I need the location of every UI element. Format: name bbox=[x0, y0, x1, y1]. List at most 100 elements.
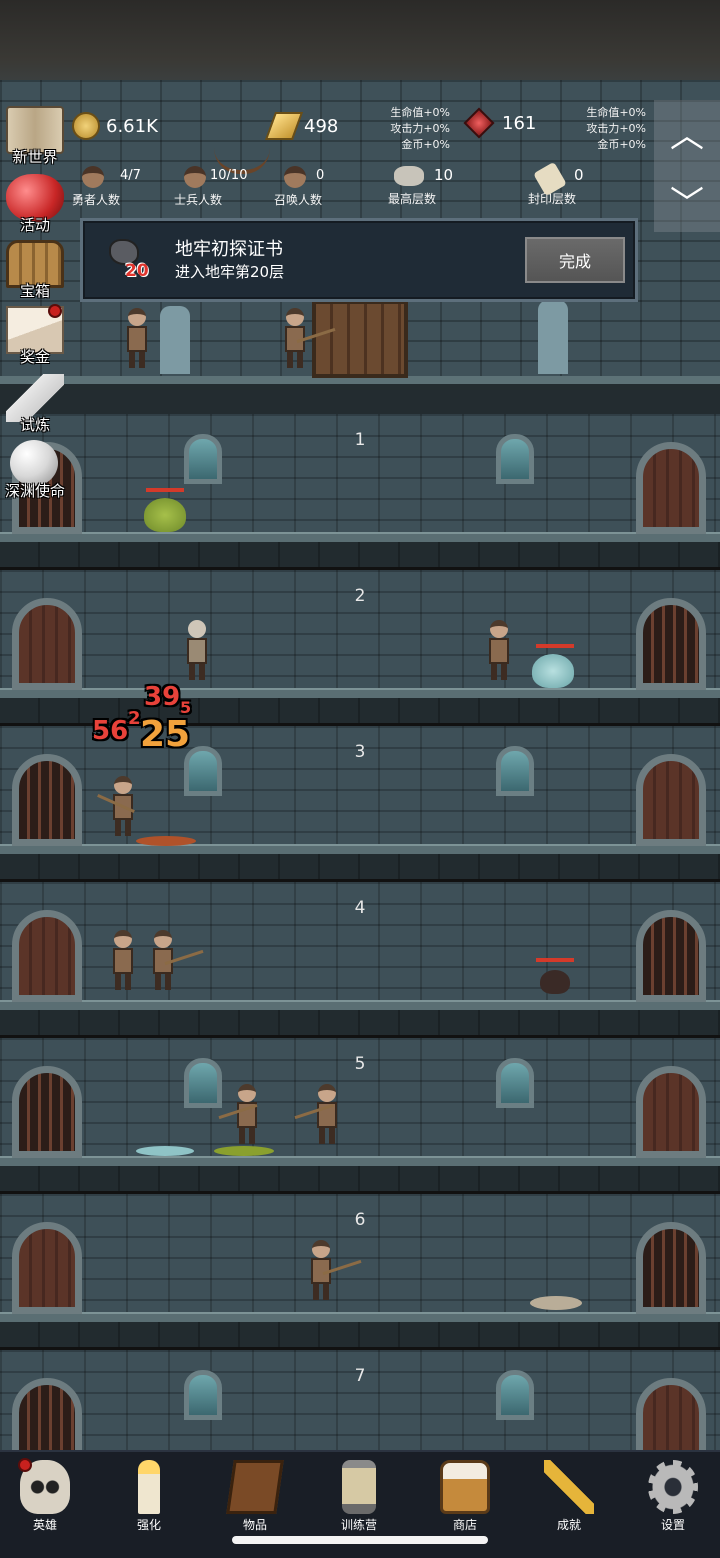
floor-row[interactable]: 2 bbox=[0, 570, 720, 726]
nav-upgrade[interactable]: 强化 bbox=[104, 1456, 194, 1536]
floor-underside bbox=[0, 1322, 720, 1350]
bonus-atk: 攻击力+0% bbox=[586, 122, 646, 135]
dungeon-window bbox=[184, 1370, 222, 1420]
floor-row[interactable]: 4 bbox=[0, 882, 720, 1038]
coin-value: 6.61K bbox=[106, 115, 158, 137]
gem-counter[interactable]: 161 bbox=[463, 107, 537, 139]
nav-label: 成就 bbox=[556, 1518, 581, 1532]
dungeon-door[interactable] bbox=[636, 1222, 706, 1314]
floor-row[interactable]: 1 bbox=[0, 414, 720, 570]
home-indicator[interactable] bbox=[232, 1536, 488, 1544]
floor-row[interactable]: 6 bbox=[0, 1194, 720, 1350]
side-item-label: 深渊使命 bbox=[4, 482, 65, 500]
floor-row[interactable]: 5 bbox=[0, 1038, 720, 1194]
nav-label: 设置 bbox=[660, 1518, 685, 1532]
big-gate[interactable] bbox=[312, 300, 408, 378]
side-item-bonus[interactable]: 奖金 bbox=[0, 304, 70, 370]
gear-icon bbox=[648, 1460, 698, 1514]
green-slime-enemy[interactable] bbox=[144, 498, 186, 532]
slime-puddle bbox=[136, 1146, 194, 1156]
dungeon-door[interactable] bbox=[12, 910, 82, 1002]
hero-sprite[interactable] bbox=[486, 620, 512, 680]
side-item-label: 活动 bbox=[19, 216, 50, 234]
complete-button[interactable]: 完成 bbox=[525, 237, 625, 283]
side-item-label: 奖金 bbox=[19, 348, 50, 366]
dungeon-door[interactable] bbox=[636, 754, 706, 846]
dungeon-door[interactable] bbox=[636, 442, 706, 534]
hero-sprite[interactable] bbox=[110, 930, 136, 990]
gem-value: 161 bbox=[502, 112, 537, 134]
dungeon-window bbox=[184, 1058, 222, 1108]
enemy-hp-bar bbox=[536, 644, 574, 648]
hero-sprite[interactable] bbox=[294, 1084, 340, 1144]
floor-row[interactable]: 7 bbox=[0, 1350, 720, 1450]
blood-puddle bbox=[136, 836, 196, 846]
chevron-up-icon[interactable]: ︿ bbox=[664, 106, 710, 158]
nav-hero[interactable]: 英雄 bbox=[0, 1456, 90, 1536]
floor-ledge bbox=[0, 532, 720, 542]
side-item-chest[interactable]: 宝箱 bbox=[0, 238, 70, 304]
bonus-coin: 金币+0% bbox=[597, 138, 646, 151]
soldier-icon bbox=[184, 166, 206, 188]
floor-underside bbox=[0, 854, 720, 882]
hero-sprite[interactable] bbox=[282, 308, 336, 368]
spider-enemy[interactable] bbox=[540, 970, 570, 994]
dungeon-door[interactable] bbox=[636, 1378, 706, 1450]
floor-number: 1 bbox=[354, 430, 366, 450]
hero-sprite[interactable] bbox=[308, 1240, 362, 1300]
enemy-hp-bar bbox=[146, 488, 184, 492]
max-floor-count[interactable]: 10 最高层数 bbox=[380, 166, 453, 207]
gold-counter[interactable]: 498 bbox=[264, 112, 338, 140]
ore-icon: 20 bbox=[105, 237, 149, 281]
hero-sprite[interactable] bbox=[124, 308, 150, 368]
statue-left bbox=[160, 306, 190, 374]
ruby-icon bbox=[463, 107, 495, 139]
nav-items[interactable]: 物品 bbox=[210, 1456, 300, 1536]
side-item-new-world[interactable]: 新世界 bbox=[0, 104, 70, 170]
side-item-event[interactable]: 活动 bbox=[0, 172, 70, 238]
gold-bonus: 生命值+0% 攻击力+0% 金币+0% bbox=[376, 105, 450, 153]
resource-hud: 6.61K 498 生命值+0% 攻击力+0% 金币+0% 161 生命值+0%… bbox=[66, 100, 656, 212]
hero-sprite[interactable] bbox=[184, 620, 210, 680]
blue-slime-enemy[interactable] bbox=[532, 654, 574, 688]
dungeon-window bbox=[184, 434, 222, 484]
dungeon-door[interactable] bbox=[12, 1222, 82, 1314]
bone-pile bbox=[530, 1296, 582, 1310]
nav-achievements[interactable]: 成就 bbox=[524, 1456, 614, 1536]
dungeon-door[interactable] bbox=[636, 1066, 706, 1158]
floor-ledge bbox=[0, 1000, 720, 1010]
floor-row[interactable]: 3 bbox=[0, 726, 720, 882]
dungeon-door[interactable] bbox=[12, 754, 82, 846]
summon-count[interactable]: 0 召唤人数 bbox=[266, 166, 330, 208]
coin-icon bbox=[72, 112, 100, 140]
coin-counter[interactable]: 6.61K bbox=[72, 112, 158, 140]
hero-sprite[interactable] bbox=[150, 930, 204, 990]
nav-label: 商店 bbox=[452, 1518, 477, 1532]
dungeon-door[interactable] bbox=[12, 598, 82, 690]
dungeon-door[interactable] bbox=[636, 598, 706, 690]
nav-settings[interactable]: 设置 bbox=[628, 1456, 718, 1536]
dungeon-door[interactable] bbox=[636, 910, 706, 1002]
chevron-down-icon[interactable]: ﹀ bbox=[664, 174, 710, 226]
nav-shop[interactable]: 商店 bbox=[420, 1456, 510, 1536]
hall-floor bbox=[0, 376, 720, 416]
nav-training[interactable]: 训练营 bbox=[314, 1456, 404, 1536]
floor-number: 7 bbox=[354, 1366, 366, 1386]
nav-label: 物品 bbox=[242, 1518, 267, 1532]
hero-sprite[interactable] bbox=[97, 776, 136, 836]
dungeon-door[interactable] bbox=[12, 1066, 82, 1158]
hero-sprite[interactable] bbox=[218, 1084, 260, 1144]
quest-icon-number: 20 bbox=[125, 261, 149, 281]
side-item-trial[interactable]: 试炼 bbox=[0, 372, 70, 438]
sealed-floor-count[interactable]: 0 封印层数 bbox=[520, 161, 584, 207]
side-item-abyss[interactable]: 深渊使命 bbox=[0, 438, 70, 504]
quest-banner[interactable]: 20 地牢初探证书 进入地牢第20层 完成 bbox=[80, 218, 638, 302]
hero-count[interactable]: 4/7 勇者人数 bbox=[66, 166, 141, 208]
notification-badge bbox=[18, 1458, 32, 1472]
gold-bar-icon bbox=[264, 112, 304, 140]
quest-description: 进入地牢第20层 bbox=[175, 263, 285, 281]
soldier-count[interactable]: 10/10 士兵人数 bbox=[166, 166, 247, 208]
dungeon-door[interactable] bbox=[12, 1378, 82, 1450]
enemy-hp-bar bbox=[536, 958, 574, 962]
scroll-arrow-panel: ︿ ﹀ bbox=[654, 100, 720, 232]
